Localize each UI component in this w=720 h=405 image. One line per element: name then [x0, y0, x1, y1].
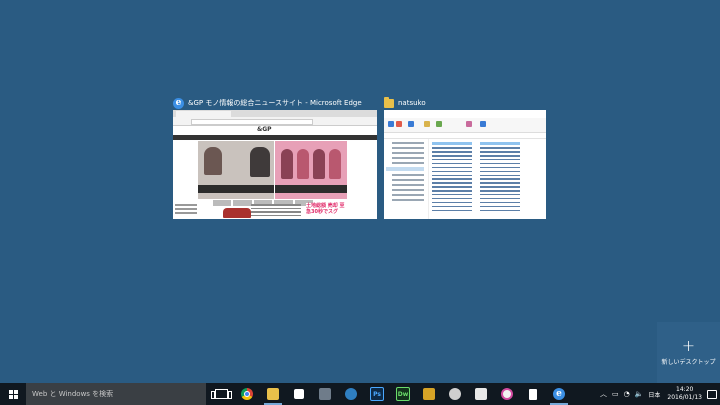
clock-time: 14:20 [676, 386, 694, 393]
window-title-bar: natsuko [384, 95, 426, 111]
language-indicator[interactable]: 日本 [648, 390, 660, 399]
hero-image-right [275, 141, 347, 199]
side-list [175, 202, 197, 218]
store-icon [294, 389, 304, 399]
taskbar-app-itunes[interactable] [494, 383, 520, 405]
app-icon [475, 388, 487, 400]
car-image [223, 208, 251, 218]
search-box[interactable]: Web と Windows を検索 [26, 383, 206, 405]
notification-icon[interactable] [707, 389, 717, 399]
app-icon [529, 388, 537, 400]
explorer-nav-pane [384, 139, 429, 219]
task-view-button[interactable] [208, 383, 234, 405]
app-icon [423, 388, 435, 400]
clock[interactable]: 14:20 2016/01/13 [667, 386, 702, 402]
file-explorer-icon [267, 388, 279, 400]
window-title: natsuko [398, 99, 426, 107]
taskbar-app-store[interactable] [286, 383, 312, 405]
taskbar-app[interactable] [468, 383, 494, 405]
battery-icon[interactable]: ▭ [612, 390, 619, 398]
taskbar-app-photoshop[interactable]: Ps [364, 383, 390, 405]
window-title: &GP モノ情報の総合ニュースサイト - Microsoft Edge [188, 99, 362, 107]
taskbar-apps: Ps Dw e [208, 383, 572, 405]
volume-icon[interactable]: 🔈 [635, 390, 644, 398]
taskbar-app-dreamweaver[interactable]: Dw [390, 383, 416, 405]
folder-icon [384, 96, 394, 108]
task-view-icon [210, 389, 232, 399]
site-header: &GP [173, 126, 377, 135]
new-desktop-button[interactable]: + 新しいデスクトップ [657, 322, 720, 383]
app-icon [449, 388, 461, 400]
window-thumbnail-edge[interactable]: &GP 土地総額 売却 至急30秒でスグ [173, 110, 377, 219]
itunes-icon [501, 388, 513, 400]
edge-icon: e [173, 97, 184, 109]
new-desktop-label: 新しいデスクトップ [661, 359, 716, 366]
taskbar-app-file-explorer[interactable] [260, 383, 286, 405]
hero-image-left [198, 141, 274, 199]
chrome-icon [241, 388, 253, 400]
explorer-ribbon [384, 118, 546, 133]
taskbar-app-edge[interactable]: e [546, 383, 572, 405]
site-logo: &GP [257, 126, 272, 133]
search-placeholder: Web と Windows を検索 [32, 390, 114, 398]
taskbar: Web と Windows を検索 Ps Dw e ︿ ▭ ◔ 🔈 日本 14:… [0, 383, 720, 405]
explorer-file-list [432, 140, 544, 218]
news-lines [251, 202, 301, 216]
taskbar-app[interactable] [312, 383, 338, 405]
taskbar-app[interactable] [338, 383, 364, 405]
chevron-up-icon[interactable]: ︿ [600, 389, 607, 399]
browser-tab-strip [173, 110, 377, 117]
start-button[interactable] [0, 383, 26, 405]
browser-address-bar [173, 117, 377, 126]
taskbar-app[interactable] [520, 383, 546, 405]
clock-date: 2016/01/13 [667, 394, 702, 401]
system-tray: ︿ ▭ ◔ 🔈 日本 14:20 2016/01/13 [600, 383, 720, 405]
windows-logo-icon [8, 389, 18, 399]
task-view-window-explorer[interactable]: natsuko [384, 95, 546, 219]
network-icon[interactable]: ◔ [624, 390, 630, 398]
app-icon [345, 388, 357, 400]
edge-icon: e [553, 388, 565, 400]
dreamweaver-icon: Dw [396, 387, 410, 401]
window-title-bar: e &GP モノ情報の総合ニュースサイト - Microsoft Edge [173, 95, 362, 111]
taskbar-app[interactable] [442, 383, 468, 405]
ad-banner: 土地総額 売却 至急30秒でスグ [306, 203, 348, 219]
photoshop-icon: Ps [370, 387, 384, 401]
app-icon [319, 388, 331, 400]
task-view-desktop: e &GP モノ情報の総合ニュースサイト - Microsoft Edge &G… [0, 0, 720, 383]
site-nav [173, 135, 377, 140]
window-thumbnail-explorer[interactable] [384, 110, 546, 219]
plus-icon: + [681, 336, 696, 355]
taskbar-app-chrome[interactable] [234, 383, 260, 405]
task-view-window-edge[interactable]: e &GP モノ情報の総合ニュースサイト - Microsoft Edge &G… [173, 95, 377, 219]
taskbar-app[interactable] [416, 383, 442, 405]
